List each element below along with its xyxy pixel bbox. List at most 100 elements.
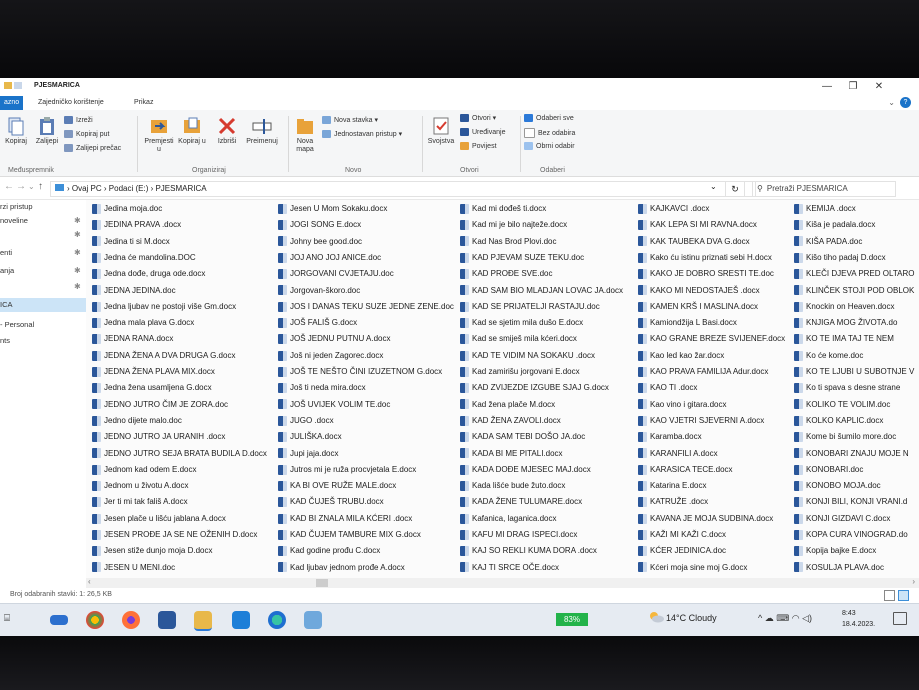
file-item[interactable]: JEDNO JUTRO ČIM JE ZORA.doc — [92, 398, 228, 411]
file-item[interactable]: Kad ljubav jednom prođe A.docx — [278, 561, 405, 574]
delete-button[interactable]: Izbriši — [212, 116, 242, 146]
search-input[interactable]: ⚲ Pretraži PJESMARICA — [752, 181, 896, 197]
address-dropdown-icon[interactable]: ⌄ — [710, 182, 717, 191]
large-icons-view-icon[interactable] — [898, 590, 909, 601]
file-item[interactable]: KOSULJA PLAVA.doc — [794, 561, 884, 574]
file-item[interactable]: KAKO JE DOBRO SRESTI TE.doc — [638, 267, 774, 280]
file-item[interactable]: KLINČEK STOJI POD OBLOK — [794, 284, 914, 297]
file-item[interactable]: JULIŠKA.docx — [278, 430, 342, 443]
file-item[interactable]: JEDNO JUTRO SEJA BRATA BUDILA D.docx — [92, 447, 267, 460]
file-item[interactable]: JEDNA JEDINA.doc — [92, 284, 176, 297]
help-icon[interactable]: ? — [900, 97, 911, 108]
file-item[interactable]: Kopija bajke E.docx — [794, 544, 876, 557]
file-item[interactable]: JOS I DANAS TEKU SUZE JEDNE ZENE.doc — [278, 300, 454, 313]
file-item[interactable]: Jutros mi je ruža procvjetala E.docx — [278, 463, 416, 476]
file-item[interactable]: Katarina E.docx — [638, 479, 706, 492]
file-item[interactable]: KAK LEPA SI MI RAVNA.docx — [638, 218, 757, 231]
nav-item[interactable]: rzi pristup — [0, 200, 86, 214]
file-item[interactable]: KAJ SO REKLI KUMA DORA .docx — [460, 544, 597, 557]
file-item[interactable]: KAO TI .docx — [638, 381, 697, 394]
file-item[interactable]: Ko će kome.doc — [794, 349, 863, 362]
new-item-button[interactable]: Nova stavka ▾ — [322, 116, 378, 125]
recent-chevron-icon[interactable]: ⌄ — [28, 182, 35, 191]
file-item[interactable]: Jedna žena usamljena G.docx — [92, 381, 212, 394]
refresh-button[interactable]: ↻ — [725, 181, 745, 197]
file-item[interactable]: JEDNA RANA.docx — [92, 332, 173, 345]
file-item[interactable]: JUGO .docx — [278, 414, 334, 427]
file-item[interactable]: KAD TE VIDIM NA SOKAKU .docx — [460, 349, 595, 362]
file-item[interactable]: KAD BI ZNALA MILA KĆERI .docx — [278, 512, 412, 525]
file-item[interactable]: KONOBARI ZNAJU MOJE N — [794, 447, 909, 460]
file-item[interactable]: Jer ti mi tak fališ A.docx — [92, 495, 188, 508]
file-item[interactable]: Jedna dođe, druga ode.docx — [92, 267, 205, 280]
file-item[interactable]: KEMIJA .docx — [794, 202, 856, 215]
file-item[interactable]: KADA DOĐE MJESEC MAJ.docx — [460, 463, 591, 476]
file-item[interactable]: JOJ ANO JOJ ANICE.doc — [278, 251, 381, 264]
file-item[interactable]: Kad godine prođu C.docx — [278, 544, 380, 557]
file-item[interactable]: Kao led kao žar.docx — [638, 349, 724, 362]
file-item[interactable]: KOPA CURA VINOGRAD.do — [794, 528, 908, 541]
nav-item[interactable]: nts — [0, 334, 86, 348]
file-item[interactable]: JOŠ TE NEŠTO ČINI IZUZETNOM G.docx — [278, 365, 442, 378]
file-item[interactable]: Jedina ti si M.docx — [92, 235, 170, 248]
file-item[interactable]: KONJI BILI, KONJI VRANI.d — [794, 495, 907, 508]
file-item[interactable]: Kad se smiješ mila kćeri.docx — [460, 332, 577, 345]
file-item[interactable]: KNJIGA MOG ŽIVOTA.do — [794, 316, 897, 329]
file-item[interactable]: KO TE LJUBI U SUBOTNJE V — [794, 365, 914, 378]
file-item[interactable]: JEDNA ŽENA PLAVA MIX.docx — [92, 365, 215, 378]
file-item[interactable]: Još ni jeden Zagorec.docx — [278, 349, 383, 362]
file-item[interactable]: KIŠA PADA.doc — [794, 235, 862, 248]
nav-item[interactable]: ✱ — [0, 228, 86, 242]
file-item[interactable]: Kad Nas Brod Plovi.doc — [460, 235, 557, 248]
file-item[interactable]: KLEČI DJEVA PRED OLTARO — [794, 267, 914, 280]
forward-arrow-icon[interactable]: → — [16, 181, 26, 192]
up-arrow-icon[interactable]: ↑ — [38, 181, 43, 192]
maximize-button[interactable]: ❐ — [840, 78, 866, 96]
calculator-icon[interactable] — [304, 611, 322, 629]
tab-home[interactable]: azno — [0, 96, 24, 110]
file-explorer-icon[interactable] — [194, 611, 212, 631]
file-item[interactable]: Jesen plače u lišću jablana A.docx — [92, 512, 226, 525]
open-button[interactable]: Otvori ▾ — [460, 114, 496, 123]
horizontal-scrollbar[interactable]: ‹ › — [86, 577, 919, 588]
edit-button[interactable]: Uređivanje — [460, 128, 505, 136]
history-button[interactable]: Povijest — [460, 142, 497, 150]
nav-item[interactable]: - Personal — [0, 318, 86, 332]
file-item[interactable]: KAK TAUBEKA DVA G.docx — [638, 235, 750, 248]
paste-button[interactable]: Zalijepi — [32, 116, 62, 146]
tab-view[interactable]: Prikaz — [130, 98, 157, 107]
nav-item-selected[interactable]: ICA — [0, 298, 86, 312]
file-item[interactable]: Jesen U Mom Sokaku.docx — [278, 202, 387, 215]
move-to-button[interactable]: Premjesti u — [142, 116, 176, 154]
file-item[interactable]: Jedina moja.doc — [92, 202, 162, 215]
file-item[interactable]: Johny bee good.doc — [278, 235, 362, 248]
file-item[interactable]: KONJI GIZDAVI C.docx — [794, 512, 890, 525]
file-item[interactable]: KAO PRAVA FAMILIJA Adur.docx — [638, 365, 768, 378]
file-item[interactable]: KONOBARI.doc — [794, 463, 863, 476]
copy-to-button[interactable]: Kopiraj u — [177, 116, 207, 146]
file-item[interactable]: JEDNO JUTRO JA URANIH .docx — [92, 430, 225, 443]
file-item[interactable]: Kada lišće bude žuto.docx — [460, 479, 565, 492]
store-icon[interactable] — [158, 611, 176, 629]
quick-access-toolbar[interactable] — [4, 82, 30, 91]
notification-icon[interactable] — [893, 612, 907, 625]
file-item[interactable]: JEDINA PRAVA .docx — [92, 218, 181, 231]
file-item[interactable]: JOŠ FALIŠ G.docx — [278, 316, 357, 329]
copy-button[interactable]: Kopiraj — [2, 116, 30, 146]
file-item[interactable]: KAD PRO­ĐE SVE.doc — [460, 267, 552, 280]
cut-button[interactable]: Izreži — [64, 116, 93, 124]
chrome-icon[interactable] — [86, 611, 104, 629]
file-item[interactable]: KARANFILI A.docx — [638, 447, 718, 460]
minimize-button[interactable]: — — [814, 78, 840, 96]
tab-share[interactable]: Zajedničko korištenje — [34, 98, 108, 107]
chevron-down-icon[interactable]: ⌄ — [888, 98, 895, 107]
scroll-right-icon[interactable]: › — [912, 577, 915, 586]
file-item[interactable]: KAD ZVIJEZDE IZGUBE SJAJ G.docx — [460, 381, 609, 394]
file-item[interactable]: KOLIKO TE VOLIM.doc — [794, 398, 890, 411]
nav-item[interactable]: enti ✱ — [0, 246, 86, 260]
file-item[interactable]: Kao vino i gitara.docx — [638, 398, 727, 411]
file-item[interactable]: Kad žena plače M.docx — [460, 398, 555, 411]
nav-item[interactable]: noveline ✱ — [0, 214, 86, 228]
file-item[interactable]: Kad mi dođeš ti.docx — [460, 202, 546, 215]
file-item[interactable]: KAO VJETRI SJEVERNI A.docx — [638, 414, 764, 427]
